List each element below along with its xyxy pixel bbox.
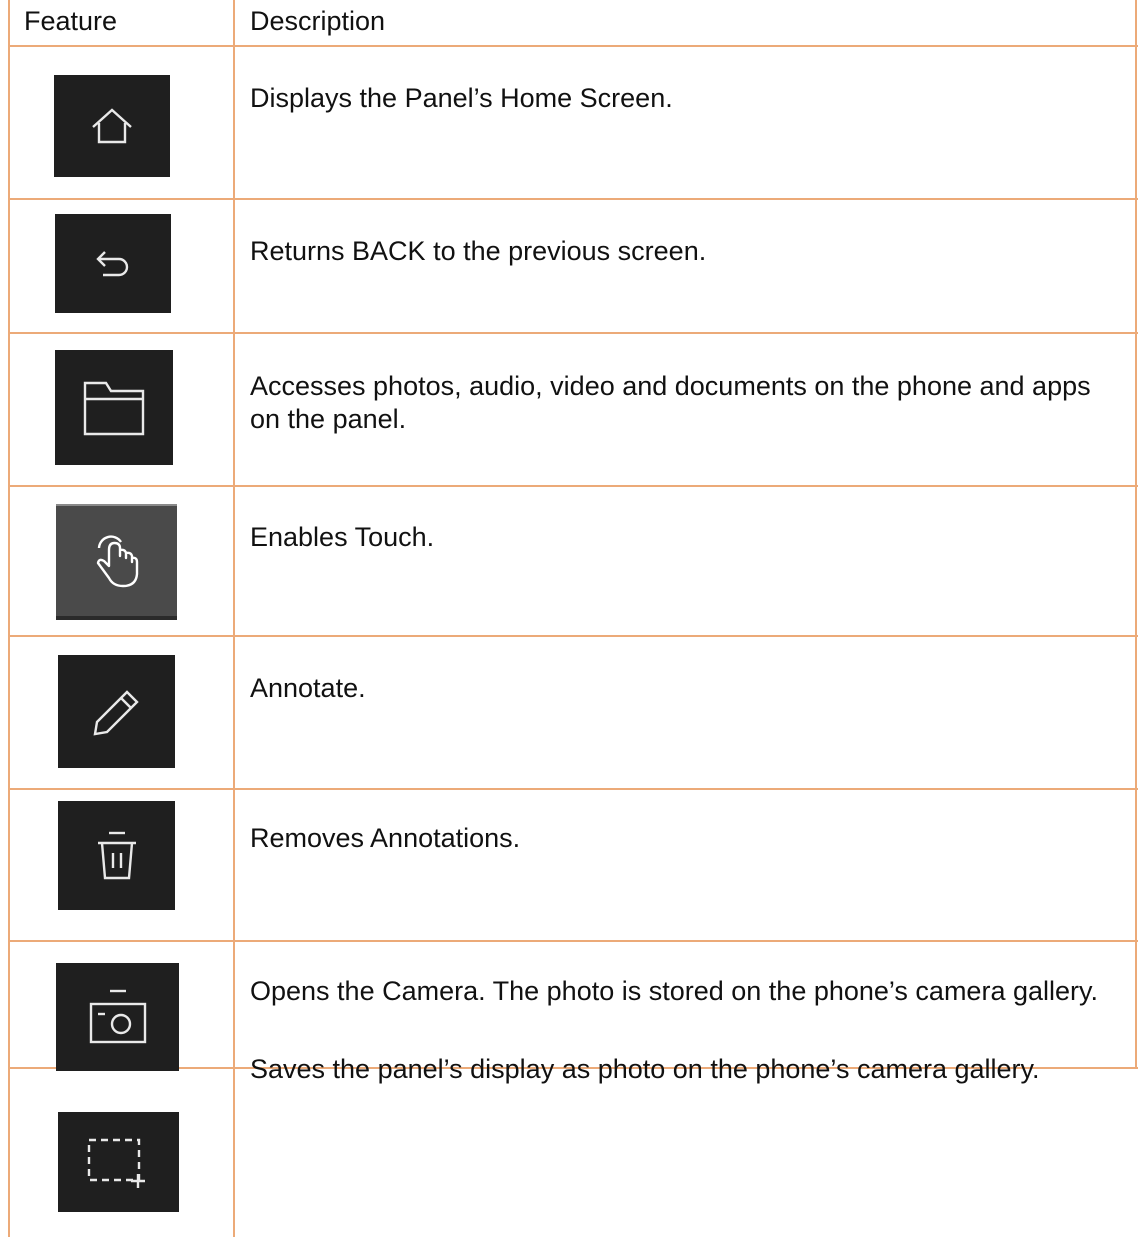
row-description: Saves the panel’s display as photo on th… [250,1054,1040,1084]
row-divider [8,940,1138,942]
table-right-border [1135,0,1137,1068]
row-divider [8,788,1138,790]
camera-icon [56,963,179,1071]
row-divider [8,45,1138,47]
row-description: Displays the Panel’s Home Screen. [250,83,673,113]
row-divider [8,198,1138,200]
header-description: Description [250,6,386,36]
row-description: Enables Touch. [250,522,435,552]
back-icon [55,214,171,313]
table-left-border [8,0,10,1237]
folder-icon [55,350,173,465]
row-description: Opens the Camera. The photo is stored on… [250,976,1098,1006]
row-divider [8,635,1138,637]
row-description: Annotate. [250,673,366,703]
row-description: Returns BACK to the previous screen. [250,236,707,266]
column-divider [233,0,235,1237]
header-feature: Feature [24,6,118,36]
row-divider [8,485,1138,487]
trash-icon [58,801,175,910]
home-icon [54,75,170,177]
touch-icon [56,504,177,620]
row-divider [8,332,1138,334]
screenshot-icon [58,1112,179,1212]
row-description: Removes Annotations. [250,823,521,853]
row-description: Accesses photos, audio, video and docume… [250,371,1091,434]
pencil-icon [58,655,175,768]
